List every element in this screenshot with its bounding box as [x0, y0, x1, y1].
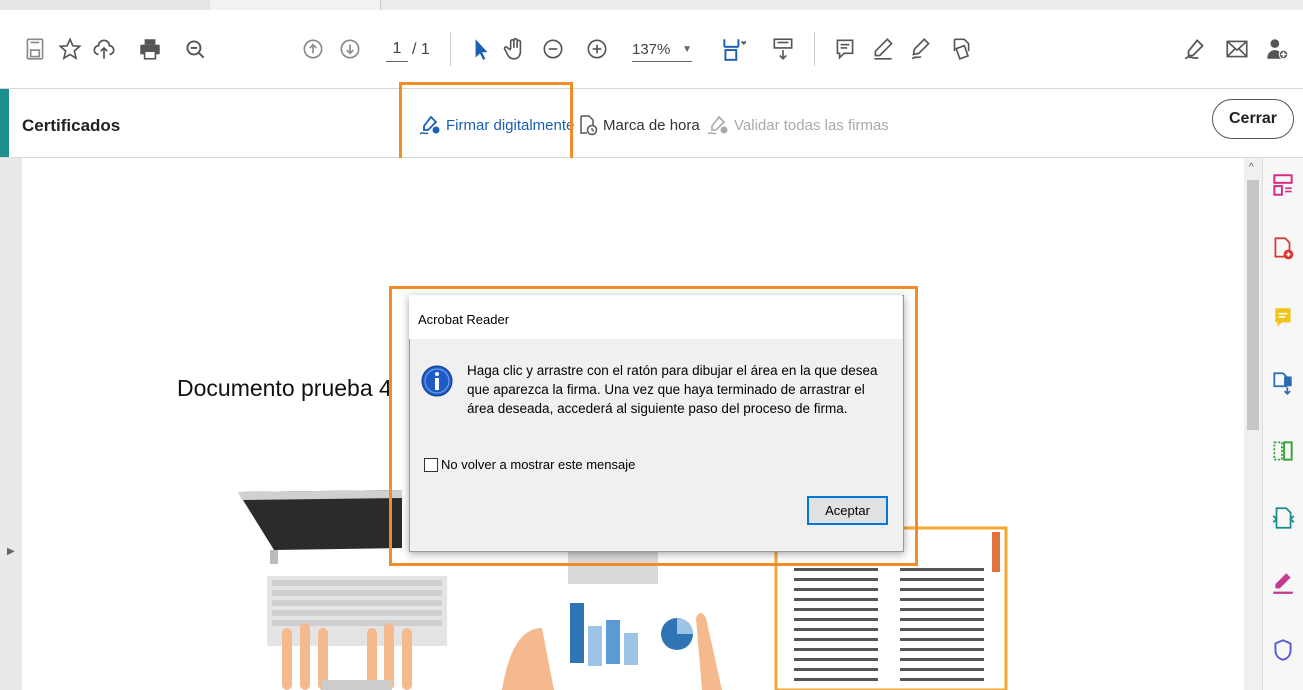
page-total-label: / 1	[412, 41, 430, 58]
fill-sign-tool-icon[interactable]	[1270, 570, 1296, 596]
zoom-value: 137%	[632, 40, 671, 58]
compress-icon[interactable]	[1270, 505, 1296, 531]
comment-tool-icon[interactable]	[1270, 305, 1296, 331]
hand-icon[interactable]	[500, 34, 530, 64]
timestamp-label: Marca de hora	[603, 116, 700, 134]
export-pdf-icon[interactable]	[1270, 370, 1296, 396]
certificates-title: Certificados	[22, 116, 121, 135]
zoom-search-icon[interactable]	[180, 34, 210, 64]
upload-cloud-icon[interactable]	[89, 34, 119, 64]
validate-all-signatures-label: Validar todas las firmas	[734, 116, 889, 134]
chevron-down-icon: ▼	[682, 43, 692, 55]
scroll-up-icon[interactable]: ^	[1249, 162, 1254, 173]
bar-chart-illustration	[570, 603, 693, 666]
fill-sign-icon[interactable]	[906, 34, 936, 64]
validate-signatures-icon	[707, 115, 728, 135]
tab-empty[interactable]	[380, 0, 1303, 10]
page-down-icon[interactable]	[335, 34, 365, 64]
sign-button-highlight	[399, 82, 573, 164]
protect-shield-icon[interactable]	[1270, 637, 1296, 663]
fit-page-icon[interactable]	[718, 34, 748, 64]
scroll-mode-icon[interactable]	[768, 34, 798, 64]
certificates-accent-bar	[0, 89, 9, 157]
expand-panel-icon[interactable]: ▶	[7, 546, 15, 557]
page-up-icon[interactable]	[298, 34, 328, 64]
main-toolbar: / 1 137% ▼	[0, 10, 1303, 89]
add-user-icon[interactable]	[1262, 34, 1292, 64]
dialog-highlight	[389, 286, 918, 566]
zoom-out-icon[interactable]	[538, 34, 568, 64]
trackpad	[322, 680, 392, 690]
create-pdf-icon[interactable]	[1270, 235, 1296, 261]
document-tab-marker	[992, 532, 1000, 572]
page-number-input[interactable]	[386, 37, 408, 62]
edit-pdf-icon[interactable]	[1270, 438, 1296, 464]
validate-all-signatures-button[interactable]: Validar todas las firmas	[706, 113, 889, 137]
close-button[interactable]: Cerrar	[1212, 99, 1294, 139]
document-title: Documento prueba 4	[177, 375, 392, 401]
bookmark-star-icon[interactable]	[55, 34, 85, 64]
timestamp-icon	[580, 115, 598, 136]
zoom-in-icon[interactable]	[582, 34, 612, 64]
sign-icon[interactable]	[1180, 34, 1210, 64]
toolbar-divider	[814, 32, 815, 66]
tab-document[interactable]	[0, 0, 210, 10]
timestamp-button[interactable]: Marca de hora	[575, 113, 700, 137]
toolbar-divider	[450, 32, 451, 66]
zoom-select[interactable]: 137% ▼	[632, 37, 692, 62]
laptop-stand-left	[270, 550, 278, 564]
share-document-icon[interactable]	[946, 34, 976, 64]
left-panel-collapsed[interactable]: ▶	[0, 158, 22, 690]
comment-icon[interactable]	[830, 34, 860, 64]
select-arrow-icon[interactable]	[466, 34, 496, 64]
organize-pages-icon[interactable]	[1270, 172, 1296, 198]
email-icon[interactable]	[1222, 34, 1252, 64]
print-icon[interactable]	[135, 34, 165, 64]
highlight-pen-icon[interactable]	[868, 34, 898, 64]
scrollbar-thumb[interactable]	[1247, 180, 1259, 430]
save-icon[interactable]	[20, 34, 50, 64]
